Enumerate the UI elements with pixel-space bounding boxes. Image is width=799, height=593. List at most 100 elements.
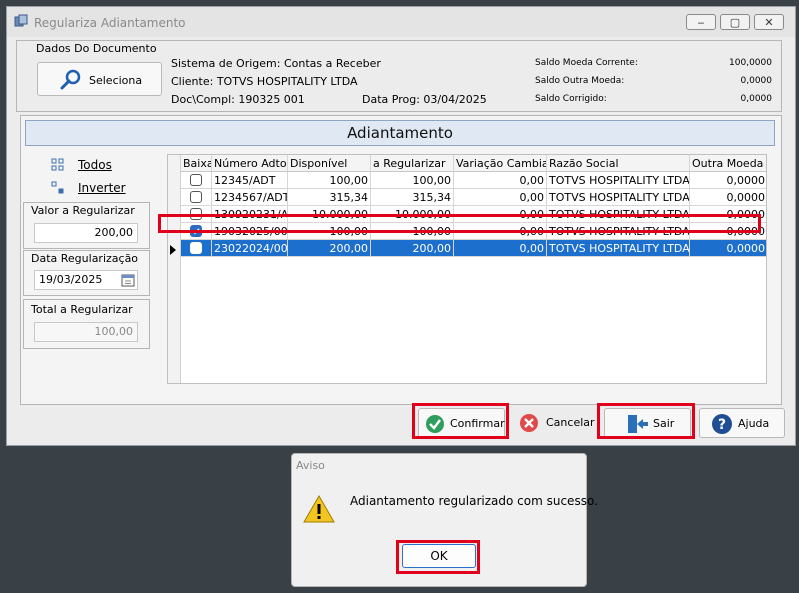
- inverter-label: Inverter: [78, 181, 126, 195]
- valor-input[interactable]: 200,00: [34, 223, 138, 243]
- table-row-selected[interactable]: [181, 240, 212, 257]
- window-title: Regulariza Adiantamento: [34, 16, 186, 30]
- baixa-checkbox[interactable]: [190, 191, 202, 203]
- cancelar-label: Cancelar: [546, 416, 595, 429]
- table-row[interactable]: [181, 172, 212, 189]
- check-icon: [192, 228, 200, 235]
- cell-disponivel: 315,34: [288, 189, 371, 206]
- saldo-corrigido-label: Saldo Corrigido:: [535, 94, 607, 104]
- adiantamento-grid[interactable]: Baixa Número Adto. Disponível a Regulari…: [167, 154, 767, 384]
- minimize-button[interactable]: ‒: [686, 14, 716, 30]
- table-row[interactable]: [181, 206, 212, 223]
- calendar-icon[interactable]: [121, 273, 135, 287]
- cell-disponivel: 100,00: [288, 223, 371, 240]
- column-header-baixa[interactable]: Baixa: [181, 155, 212, 172]
- baixa-checkbox[interactable]: [190, 242, 202, 254]
- title-bar: Regulariza Adiantamento ‒ ▢ ✕: [7, 7, 795, 37]
- invert-icon: [51, 181, 64, 194]
- help-icon: ?: [712, 414, 732, 434]
- column-header-variacao[interactable]: Variação Cambial: [454, 155, 547, 172]
- main-window: Regulariza Adiantamento ‒ ▢ ✕ Dados Do D…: [6, 6, 796, 446]
- section-title: Adiantamento: [25, 120, 775, 146]
- baixa-checkbox-checked[interactable]: [190, 225, 202, 237]
- cell-outra-moeda: 0,0000: [690, 206, 766, 223]
- cell-variacao: 0,00: [454, 172, 547, 189]
- sair-button[interactable]: Sair: [604, 408, 691, 438]
- cell-variacao: 0,00: [454, 223, 547, 240]
- adiantamento-panel: Adiantamento Todos Inverter Valor a Regu…: [20, 115, 782, 405]
- cell-numero: 23022024/001: [212, 240, 288, 257]
- cell-regularizar: 100,00: [371, 172, 454, 189]
- cell-razao: TOTVS HOSPITALITY LTDA: [547, 240, 690, 257]
- saldo-outra-moeda-value: 0,0000: [740, 76, 773, 86]
- seleciona-button[interactable]: Seleciona: [37, 62, 162, 96]
- column-header-outra-moeda[interactable]: Outra Moeda: [690, 155, 766, 172]
- client-text: Cliente: TOTVS HOSPITALITY LTDA: [171, 75, 358, 88]
- total-label: Total a Regularizar: [31, 303, 133, 316]
- data-label: Data Regularização: [31, 252, 139, 265]
- cell-outra-moeda: 0,0000: [690, 223, 766, 240]
- cell-regularizar: 10.000,00: [371, 206, 454, 223]
- check-circle-icon: [426, 415, 444, 433]
- warning-icon: [303, 494, 335, 523]
- saldo-outra-moeda-label: Saldo Outra Moeda:: [535, 76, 625, 86]
- exit-door-icon: [628, 415, 648, 433]
- cell-regularizar: 200,00: [371, 240, 454, 257]
- column-header-razao[interactable]: Razão Social: [547, 155, 690, 172]
- data-prog-text: Data Prog: 03/04/2025: [362, 93, 487, 106]
- dialog-message: Adiantamento regularizado com sucesso.: [350, 494, 598, 508]
- inverter-link[interactable]: Inverter: [51, 180, 161, 198]
- column-header-numero[interactable]: Número Adto.: [212, 155, 288, 172]
- seleciona-label: Seleciona: [89, 74, 143, 87]
- aviso-dialog: Aviso Adiantamento regularizado com suce…: [291, 453, 598, 587]
- current-row-arrow-icon: [170, 245, 176, 255]
- cell-razao: TOTVS HOSPITALITY LTDA: [547, 189, 690, 206]
- origin-text: Sistema de Origem: Contas a Receber: [171, 57, 381, 70]
- baixa-checkbox[interactable]: [190, 208, 202, 220]
- cell-numero: 12345/ADT: [212, 172, 288, 189]
- cell-numero: 1234567/ADT: [212, 189, 288, 206]
- maximize-button[interactable]: ▢: [720, 14, 750, 30]
- cell-razao: TOTVS HOSPITALITY LTDA: [547, 223, 690, 240]
- dialog-title: Aviso: [296, 459, 325, 472]
- cell-variacao: 0,00: [454, 206, 547, 223]
- cell-razao: TOTVS HOSPITALITY LTDA: [547, 172, 690, 189]
- cell-outra-moeda: 0,0000: [690, 189, 766, 206]
- ajuda-button[interactable]: ? Ajuda: [699, 408, 785, 438]
- data-group: Data Regularização 19/03/2025: [23, 250, 150, 296]
- cell-outra-moeda: 0,0000: [690, 172, 766, 189]
- app-icon: [14, 14, 28, 27]
- select-all-icon: [51, 158, 64, 171]
- saldo-moeda-corrente-value: 100,0000: [729, 58, 772, 68]
- todos-link[interactable]: Todos: [51, 157, 161, 175]
- cell-variacao: 0,00: [454, 189, 547, 206]
- doc-compl-text: Doc\Compl: 190325 001: [171, 93, 305, 106]
- cell-disponivel: 200,00: [288, 240, 371, 257]
- confirmar-button[interactable]: Confirmar: [418, 408, 505, 438]
- ok-button[interactable]: OK: [402, 544, 476, 568]
- cell-disponivel: 100,00: [288, 172, 371, 189]
- column-header-disponivel[interactable]: Disponível: [288, 155, 371, 172]
- svg-text:?: ?: [718, 417, 726, 433]
- saldo-moeda-corrente-label: Saldo Moeda Corrente:: [535, 58, 638, 68]
- todos-label: Todos: [78, 158, 112, 172]
- baixa-checkbox[interactable]: [190, 174, 202, 186]
- total-field: 100,00: [34, 322, 138, 342]
- valor-label: Valor a Regularizar: [31, 204, 135, 217]
- table-row[interactable]: [181, 189, 212, 206]
- search-icon: [60, 69, 81, 90]
- confirmar-label: Confirmar: [450, 417, 505, 430]
- cancelar-button[interactable]: Cancelar: [513, 408, 600, 438]
- table-row[interactable]: [181, 223, 212, 240]
- cell-razao: TOTVS HOSPITALITY LTDA: [547, 206, 690, 223]
- ajuda-label: Ajuda: [738, 417, 770, 430]
- saldo-corrigido-value: 0,0000: [740, 94, 773, 104]
- column-header-regularizar[interactable]: a Regularizar: [371, 155, 454, 172]
- row-indicator-column: [168, 155, 181, 383]
- close-button[interactable]: ✕: [754, 14, 784, 30]
- document-group-title: Dados Do Documento: [36, 42, 157, 55]
- cell-outra-moeda: 0,0000: [690, 240, 766, 257]
- total-group: Total a Regularizar 100,00: [23, 299, 150, 349]
- cell-variacao: 0,00: [454, 240, 547, 257]
- document-panel: Dados Do Documento Seleciona Sistema de …: [16, 40, 782, 112]
